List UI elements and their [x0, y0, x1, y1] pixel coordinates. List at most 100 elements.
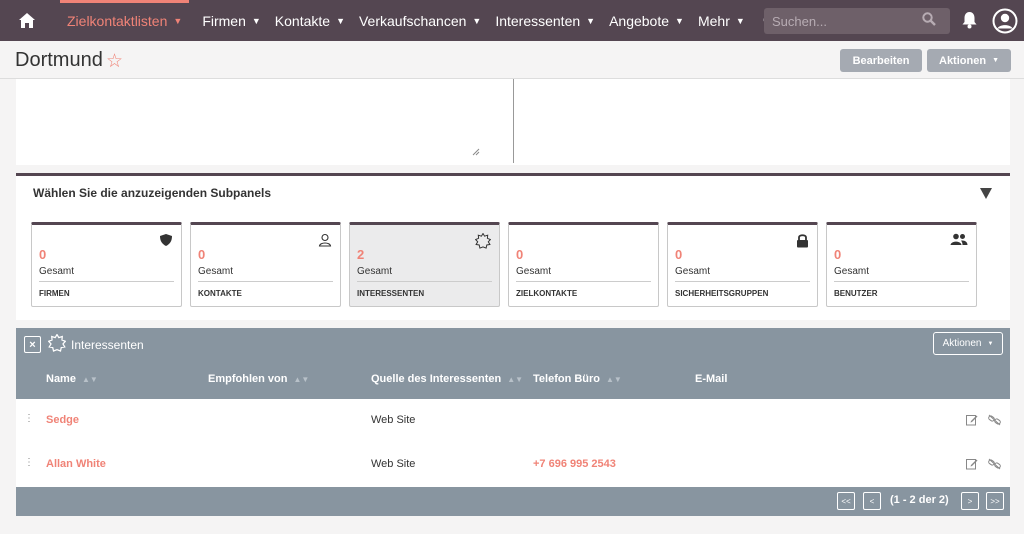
nav-item-label: Mehr: [697, 12, 730, 29]
edit-icon[interactable]: [966, 413, 978, 430]
nav-item-zielkontaktlisten[interactable]: Zielkontaktlisten ▼: [60, 0, 190, 41]
first-page-button[interactable]: <<: [837, 492, 855, 510]
card-count: 0: [834, 247, 842, 262]
chevron-down-icon: ▼: [675, 15, 684, 26]
card-total-label: Gesamt: [675, 266, 711, 277]
nav-item-verkaufschancen[interactable]: Verkaufschancen ▼: [352, 0, 488, 41]
last-page-button[interactable]: >>: [986, 492, 1004, 510]
collapse-triangle-icon[interactable]: [980, 188, 992, 199]
column-label: Telefon Büro: [533, 373, 601, 385]
favorite-star-icon[interactable]: ☆: [106, 50, 123, 73]
starburst-icon: [47, 333, 67, 357]
subpanel-card-sicherheitsgruppen[interactable]: 0 Gesamt SICHERHEITSGRUPPEN: [667, 222, 818, 307]
chevron-down-icon: ▼: [251, 15, 261, 26]
lead-name-link[interactable]: Sedge: [46, 414, 79, 426]
source-cell: Web Site: [371, 458, 416, 470]
nav-item-kontakte[interactable]: Kontakte ▼: [268, 0, 352, 41]
nav-item-label: Zielkontaktlisten: [67, 12, 168, 29]
subpanel-card-zielkontakte[interactable]: 0 Gesamt ZIELKONTAKTE: [508, 222, 659, 307]
chevron-down-icon: ▼: [472, 15, 482, 26]
column-header-referred[interactable]: Empfohlen von ▲▼: [208, 373, 309, 385]
subpanel-actions-button[interactable]: Aktionen ▼: [933, 332, 1003, 355]
next-page-button[interactable]: >: [961, 492, 979, 510]
home-icon[interactable]: [0, 0, 54, 41]
starburst-icon: [474, 232, 492, 254]
actions-button[interactable]: Aktionen ▼: [927, 49, 1011, 72]
sort-icon[interactable]: ▲▼: [293, 375, 309, 384]
card-divider: [834, 281, 969, 282]
card-count: 2: [357, 247, 365, 262]
card-divider: [198, 281, 333, 282]
chevron-down-icon: ▼: [336, 15, 345, 26]
row-actions: [966, 413, 1002, 431]
edit-button[interactable]: Bearbeiten: [840, 49, 922, 72]
column-header-source[interactable]: Quelle des Interessenten ▲▼: [371, 373, 523, 385]
detail-panel: [16, 79, 1010, 165]
page-title: Dortmund: [15, 49, 103, 71]
search-icon[interactable]: [922, 11, 936, 31]
subpanel-card-firmen[interactable]: 0 Gesamt FIRMEN: [31, 222, 182, 307]
card-label: FIRMEN: [39, 289, 70, 298]
subpanel-card-benutzer[interactable]: 0 Gesamt BENUTZER: [826, 222, 977, 307]
column-label: Name: [46, 373, 76, 385]
pagination-info: (1 - 2 der 2): [890, 494, 949, 506]
card-divider: [39, 281, 174, 282]
phone-link[interactable]: +7 696 995 2543: [533, 458, 616, 470]
card-label: KONTAKTE: [198, 289, 242, 298]
nav-item-mehr[interactable]: Mehr ▼: [691, 0, 752, 41]
column-label: Empfohlen von: [208, 373, 288, 385]
user-avatar-icon[interactable]: [992, 8, 1018, 39]
shield-icon: [159, 233, 173, 252]
resize-handle-icon[interactable]: [472, 148, 480, 159]
column-label: Quelle des Interessenten: [371, 373, 502, 385]
nav-item-angebote[interactable]: Angebote ▼: [602, 0, 691, 41]
person-icon: [318, 233, 332, 252]
source-cell: Web Site: [371, 414, 416, 426]
chooser-title: Wählen Sie die anzuzeigenden Subpanels: [33, 186, 272, 200]
nav-item-interessenten[interactable]: Interessenten ▼: [488, 0, 602, 41]
subpanel-card-kontakte[interactable]: 0 Gesamt KONTAKTE: [190, 222, 341, 307]
column-divider: [513, 79, 514, 163]
nav-item-firmen[interactable]: Firmen ▼: [195, 0, 267, 41]
chevron-down-icon: ▼: [173, 15, 183, 26]
card-label: SICHERHEITSGRUPPEN: [675, 289, 769, 298]
card-label: ZIELKONTAKTE: [516, 289, 578, 298]
table-body: ⋮ Sedge Web Site ⋮ Allan White Web Site …: [16, 399, 1010, 487]
search-box: [764, 8, 950, 34]
column-header-phone[interactable]: Telefon Büro ▲▼: [533, 373, 622, 385]
sort-icon[interactable]: ▲▼: [606, 375, 622, 384]
actions-label: Aktionen: [942, 338, 982, 349]
users-icon: [950, 233, 968, 251]
card-count: 0: [516, 247, 524, 262]
column-header-name[interactable]: Name ▲▼: [46, 373, 98, 385]
prev-page-button[interactable]: <: [863, 492, 881, 510]
chevron-down-icon: ▼: [987, 340, 994, 347]
nav-item-label: Kontakte: [274, 12, 331, 29]
search-input[interactable]: [772, 13, 922, 29]
nav-item-label: Firmen: [202, 12, 246, 29]
card-total-label: Gesamt: [834, 266, 870, 277]
drag-handle-icon[interactable]: ⋮: [24, 413, 34, 424]
chevron-down-icon: ▼: [735, 15, 745, 26]
nav-item-label: Angebote: [609, 12, 670, 29]
card-count: 0: [675, 247, 683, 262]
table-header: Name ▲▼ Empfohlen von ▲▼ Quelle des Intere…: [16, 361, 1010, 399]
unlink-icon[interactable]: [988, 457, 1002, 474]
unlink-icon[interactable]: [988, 413, 1002, 430]
card-total-label: Gesamt: [357, 266, 393, 277]
bell-icon[interactable]: [961, 11, 978, 34]
lock-icon: [796, 233, 809, 253]
table-row: ⋮ Sedge Web Site: [16, 399, 1010, 443]
sort-icon[interactable]: ▲▼: [507, 375, 523, 384]
nav-item-label: Verkaufschancen: [358, 12, 467, 29]
card-total-label: Gesamt: [39, 266, 75, 277]
lead-name-link[interactable]: Allan White: [46, 458, 106, 470]
card-divider: [675, 281, 810, 282]
edit-icon[interactable]: [966, 457, 978, 474]
drag-handle-icon[interactable]: ⋮: [24, 457, 34, 468]
close-icon[interactable]: ×: [24, 336, 41, 353]
subpanel-title: Interessenten: [71, 338, 144, 352]
subpanel-card-interessenten[interactable]: 2 Gesamt INTERESSENTEN: [349, 222, 500, 307]
row-actions: [966, 457, 1002, 475]
sort-icon[interactable]: ▲▼: [82, 375, 98, 384]
